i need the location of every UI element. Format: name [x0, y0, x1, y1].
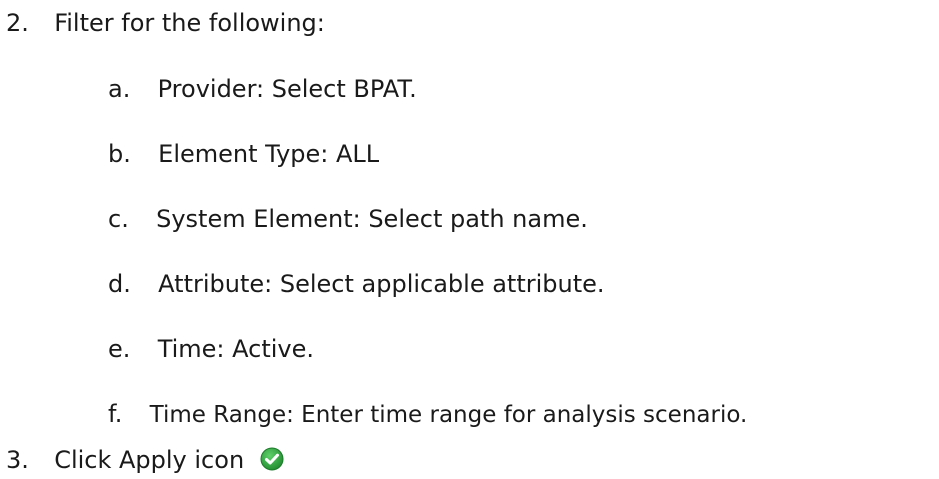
step-3: 3. Click Apply icon	[6, 445, 284, 475]
substep-letter: c.	[108, 205, 129, 233]
step-text: Click Apply icon	[54, 446, 245, 474]
substep-text: System Element: Select path name.	[156, 205, 588, 233]
substep-letter: e.	[108, 335, 131, 363]
step-number: 3.	[6, 446, 29, 474]
substep-text: Time Range: Enter time range for analysi…	[149, 402, 748, 428]
substep-letter: d.	[108, 270, 131, 298]
apply-checkmark-icon	[260, 447, 284, 471]
substep-c: c. System Element: Select path name.	[108, 204, 588, 234]
substep-b: b. Element Type: ALL	[108, 139, 379, 169]
substep-a: a. Provider: Select BPAT.	[108, 74, 417, 104]
instruction-document: 2. Filter for the following: a. Provider…	[0, 0, 939, 479]
step-number: 2.	[6, 9, 29, 37]
substep-f: f. Time Range: Enter time range for anal…	[108, 399, 747, 430]
substep-letter: b.	[108, 140, 131, 168]
substep-letter: a.	[108, 75, 131, 103]
substep-d: d. Attribute: Select applicable attribut…	[108, 269, 605, 299]
step-text: Filter for the following:	[54, 9, 325, 37]
substep-text: Element Type: ALL	[158, 140, 380, 168]
step-2: 2. Filter for the following:	[6, 8, 325, 38]
substep-text: Provider: Select BPAT.	[157, 75, 417, 103]
substep-text: Time: Active.	[157, 335, 315, 363]
substep-letter: f.	[108, 400, 123, 428]
substep-e: e. Time: Active.	[108, 334, 314, 364]
substep-text: Attribute: Select applicable attribute.	[158, 270, 605, 298]
